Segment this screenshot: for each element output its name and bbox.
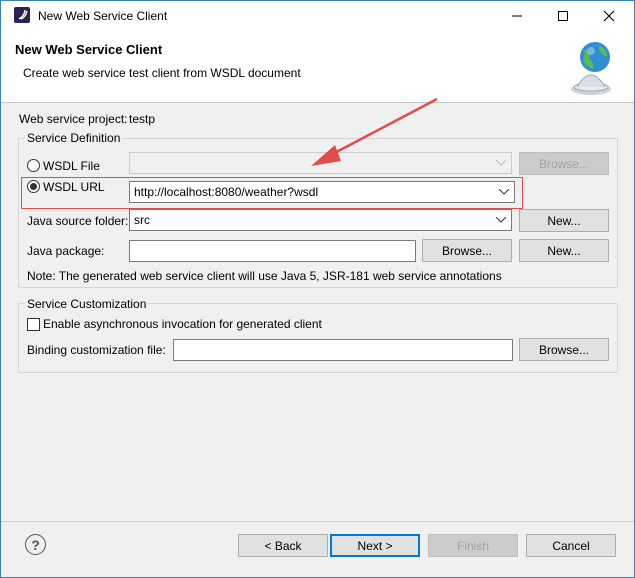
java-source-folder-label: Java source folder: <box>27 214 129 228</box>
banner-description: Create web service test client from WSDL… <box>23 66 301 80</box>
footer-separator <box>1 521 634 522</box>
annotation-arrow-icon <box>311 97 438 166</box>
minimize-icon <box>512 15 522 17</box>
binding-customization-label: Binding customization file: <box>27 343 166 357</box>
web-service-globe-icon <box>571 42 611 95</box>
service-customization-legend: Service Customization <box>25 297 149 311</box>
help-icon: ? <box>31 536 40 553</box>
finish-button[interactable]: Finish <box>428 534 518 557</box>
title-bar[interactable]: New Web Service Client <box>1 1 634 31</box>
close-button[interactable] <box>586 1 632 31</box>
java-package-label: Java package: <box>27 244 105 258</box>
next-button[interactable]: Next > <box>330 534 420 557</box>
binding-browse-button[interactable]: Browse... <box>519 338 609 361</box>
binding-customization-input[interactable] <box>173 339 513 361</box>
java-source-folder-new-button[interactable]: New... <box>519 209 609 232</box>
wsdl-url-label: WSDL URL <box>43 180 105 194</box>
wsdl-url-radio[interactable] <box>27 180 40 193</box>
close-icon <box>603 10 615 22</box>
wsdl-file-browse-button[interactable]: Browse... <box>519 152 609 175</box>
wsdl-file-radio[interactable] <box>27 159 40 172</box>
help-button[interactable]: ? <box>25 534 46 555</box>
minimize-button[interactable] <box>494 1 540 31</box>
java-package-new-button[interactable]: New... <box>519 239 609 262</box>
async-invocation-checkbox[interactable] <box>27 318 40 331</box>
wsdl-url-combo[interactable]: http://localhost:8080/weather?wsdl <box>129 181 515 203</box>
maximize-button[interactable] <box>540 1 586 31</box>
project-label: Web service project: <box>19 112 128 126</box>
async-invocation-label: Enable asynchronous invocation for gener… <box>43 317 322 331</box>
dialog-window: New Web Service Client New Web Service C… <box>0 0 635 578</box>
banner-title: New Web Service Client <box>15 42 163 57</box>
annotation-note: Note: The generated web service client w… <box>27 269 502 283</box>
back-button[interactable]: < Back <box>238 534 328 557</box>
chevron-down-icon[interactable] <box>498 182 510 202</box>
wsdl-file-label: WSDL File <box>43 159 100 173</box>
java-source-folder-value: src <box>134 213 150 227</box>
project-value: testp <box>129 112 156 126</box>
eclipse-logo-icon <box>14 7 30 23</box>
java-package-browse-button[interactable]: Browse... <box>422 239 512 262</box>
radio-selected-dot <box>30 183 37 190</box>
wsdl-url-value: http://localhost:8080/weather?wsdl <box>134 185 319 199</box>
java-package-input[interactable] <box>129 240 416 262</box>
chevron-down-icon[interactable] <box>495 210 507 230</box>
java-source-folder-combo[interactable]: src <box>129 209 512 231</box>
service-definition-legend: Service Definition <box>25 131 123 145</box>
chevron-down-icon <box>495 153 507 173</box>
maximize-icon <box>558 11 568 21</box>
cancel-button[interactable]: Cancel <box>526 534 616 557</box>
window-title: New Web Service Client <box>38 9 168 23</box>
